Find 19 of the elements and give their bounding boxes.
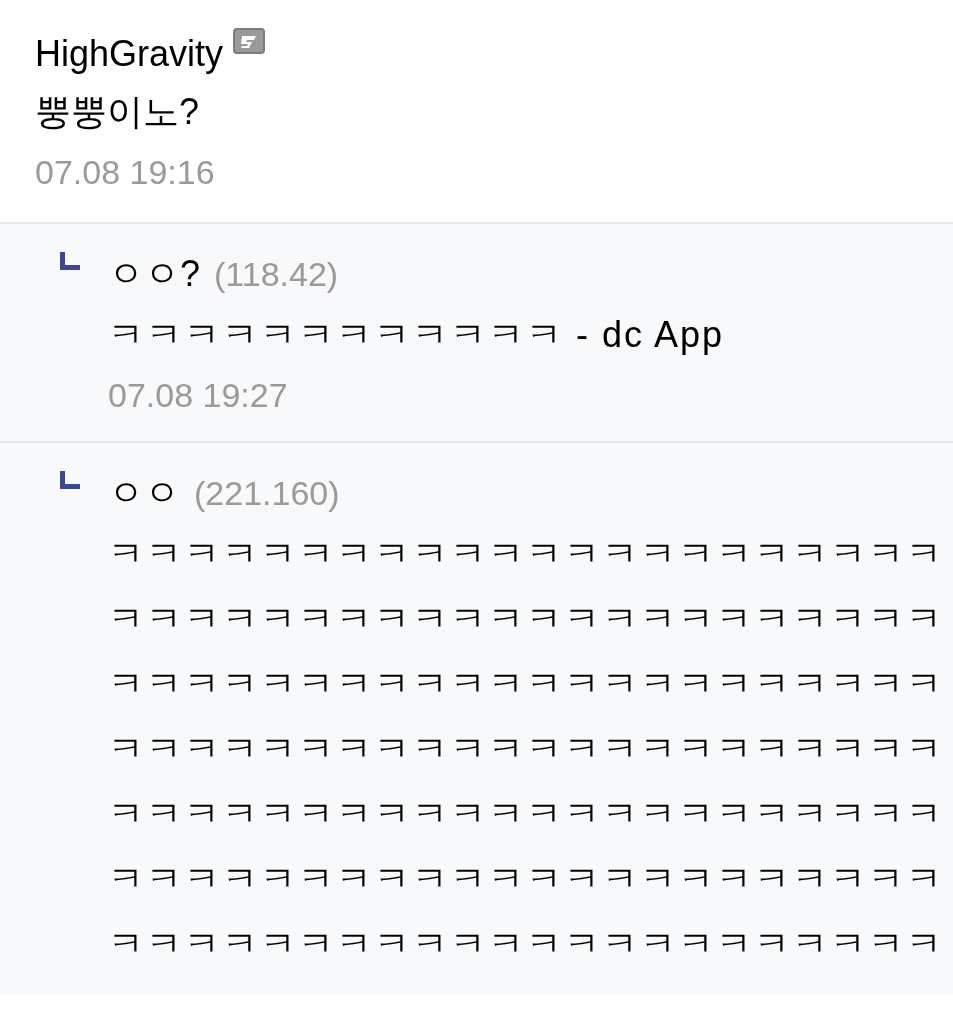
- reply-time: 07.08 19:27: [108, 375, 289, 416]
- reply-text: ㅋㅋㅋㅋㅋㅋㅋㅋㅋㅋㅋㅋㅋㅋㅋㅋㅋㅋㅋㅋㅋㅋ: [108, 922, 944, 966]
- author-name: ㅇㅇ: [108, 471, 180, 515]
- ip-address: (118.42): [214, 253, 339, 295]
- reply-arrow-icon: [60, 471, 80, 489]
- comment-time: 07.08 19:16: [35, 152, 216, 193]
- author-name: HighGravity: [35, 32, 224, 76]
- author-name: ㅇㅇ?: [108, 252, 201, 296]
- ip-address: (221.160): [194, 472, 340, 514]
- reply-text: ㅋㅋㅋㅋㅋㅋㅋㅋㅋㅋㅋㅋ - dc App: [108, 313, 725, 357]
- reply-text: ㅋㅋㅋㅋㅋㅋㅋㅋㅋㅋㅋㅋㅋㅋㅋㅋㅋㅋㅋㅋㅋㅋ: [108, 662, 944, 706]
- comment-text: 뿡뿡이노?: [35, 90, 201, 134]
- reply-text: ㅋㅋㅋㅋㅋㅋㅋㅋㅋㅋㅋㅋㅋㅋㅋㅋㅋㅋㅋㅋㅋㅋ: [108, 792, 944, 836]
- gallery-member-icon: [233, 28, 266, 54]
- reply-text: ㅋㅋㅋㅋㅋㅋㅋㅋㅋㅋㅋㅋㅋㅋㅋㅋㅋㅋㅋㅋㅋㅋ: [108, 857, 944, 901]
- reply-text: ㅋㅋㅋㅋㅋㅋㅋㅋㅋㅋㅋㅋㅋㅋㅋㅋㅋㅋㅋㅋㅋㅋ: [108, 727, 944, 771]
- reply-text: ㅋㅋㅋㅋㅋㅋㅋㅋㅋㅋㅋㅋㅋㅋㅋㅋㅋㅋㅋㅋㅋㅋ: [108, 597, 944, 641]
- reply-arrow-icon: [60, 252, 80, 270]
- reply-text: ㅋㅋㅋㅋㅋㅋㅋㅋㅋㅋㅋㅋㅋㅋㅋㅋㅋㅋㅋㅋㅋㅋ: [108, 532, 944, 576]
